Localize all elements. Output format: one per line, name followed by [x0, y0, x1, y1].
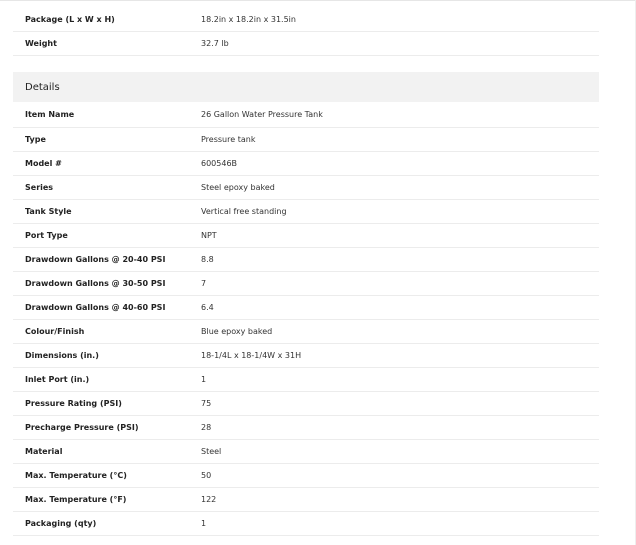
spec-label: Tank Style [25, 207, 72, 216]
spec-label: Material [25, 447, 63, 456]
specifications-panel: Package (L x W x H) 18.2in x 18.2in x 31… [13, 8, 599, 536]
top-divider [0, 0, 636, 1]
spec-label: Series [25, 183, 54, 192]
spec-value: Vertical free standing [201, 207, 287, 216]
spec-label: Package (L x W x H) [25, 15, 115, 24]
spec-label: Drawdown Gallons @ 40-60 PSI [25, 303, 166, 312]
spec-value: 50 [201, 471, 212, 480]
spec-label: Dimensions (in.) [25, 351, 99, 360]
spec-value: NPT [201, 231, 217, 240]
spec-row-drawdown-20-40: Drawdown Gallons @ 20-40 PSI 8.8 [13, 248, 599, 272]
spec-row-precharge-pressure: Precharge Pressure (PSI) 28 [13, 416, 599, 440]
spec-value: Steel epoxy baked [201, 183, 275, 192]
spec-row-drawdown-30-50: Drawdown Gallons @ 30-50 PSI 7 [13, 272, 599, 296]
spec-row-model: Model # 600546B [13, 152, 599, 176]
spec-row-inlet-port: Inlet Port (in.) 1 [13, 368, 599, 392]
spec-value: 18-1/4L x 18-1/4W x 31H [201, 351, 302, 360]
spec-value: 7 [201, 279, 207, 288]
spec-row-max-temp-c: Max. Temperature (°C) 50 [13, 464, 599, 488]
spec-value: 28 [201, 423, 212, 432]
spec-row-packaging: Packaging (qty) 1 [13, 512, 599, 536]
spec-label: Max. Temperature (°F) [25, 495, 127, 504]
spec-row-weight: Weight 32.7 lb [13, 32, 599, 56]
spec-row-port-type: Port Type NPT [13, 224, 599, 248]
spec-value: 75 [201, 399, 212, 408]
details-section-title: Details [25, 81, 60, 93]
spec-label: Item Name [25, 110, 75, 119]
spec-row-drawdown-40-60: Drawdown Gallons @ 40-60 PSI 6.4 [13, 296, 599, 320]
spec-label: Model # [25, 159, 62, 168]
details-section-header: Details [13, 72, 599, 102]
spec-value: 6.4 [201, 303, 214, 312]
spec-row-item-name: Item Name 26 Gallon Water Pressure Tank [13, 102, 599, 128]
dimensions-table: Package (L x W x H) 18.2in x 18.2in x 31… [13, 8, 599, 56]
spec-value: 32.7 lb [201, 39, 229, 48]
spec-row-package: Package (L x W x H) 18.2in x 18.2in x 31… [13, 8, 599, 32]
spec-value: 1 [201, 375, 207, 384]
spec-label: Max. Temperature (°C) [25, 471, 127, 480]
spec-label: Colour/Finish [25, 327, 85, 336]
spec-value: Pressure tank [201, 135, 256, 144]
spec-label: Port Type [25, 231, 68, 240]
spec-value: 26 Gallon Water Pressure Tank [201, 110, 323, 119]
spec-label: Inlet Port (in.) [25, 375, 90, 384]
spec-row-colour-finish: Colour/Finish Blue epoxy baked [13, 320, 599, 344]
spec-row-max-temp-f: Max. Temperature (°F) 122 [13, 488, 599, 512]
spec-label: Type [25, 135, 46, 144]
spec-value: 1 [201, 519, 207, 528]
spec-label: Packaging (qty) [25, 519, 97, 528]
spec-label: Drawdown Gallons @ 30-50 PSI [25, 279, 166, 288]
spec-value: Blue epoxy baked [201, 327, 273, 336]
spec-value: 18.2in x 18.2in x 31.5in [201, 15, 296, 24]
spec-value: 8.8 [201, 255, 214, 264]
spec-value: 600546B [201, 159, 238, 168]
details-table: Item Name 26 Gallon Water Pressure Tank … [13, 102, 599, 536]
spec-label: Drawdown Gallons @ 20-40 PSI [25, 255, 166, 264]
spec-row-dimensions: Dimensions (in.) 18-1/4L x 18-1/4W x 31H [13, 344, 599, 368]
spec-label: Pressure Rating (PSI) [25, 399, 122, 408]
spec-value: 122 [201, 495, 217, 504]
spec-value: Steel [201, 447, 222, 456]
spec-label: Precharge Pressure (PSI) [25, 423, 139, 432]
spec-row-tank-style: Tank Style Vertical free standing [13, 200, 599, 224]
spec-row-pressure-rating: Pressure Rating (PSI) 75 [13, 392, 599, 416]
spec-row-material: Material Steel [13, 440, 599, 464]
spec-label: Weight [25, 39, 57, 48]
spec-row-type: Type Pressure tank [13, 128, 599, 152]
spec-row-series: Series Steel epoxy baked [13, 176, 599, 200]
